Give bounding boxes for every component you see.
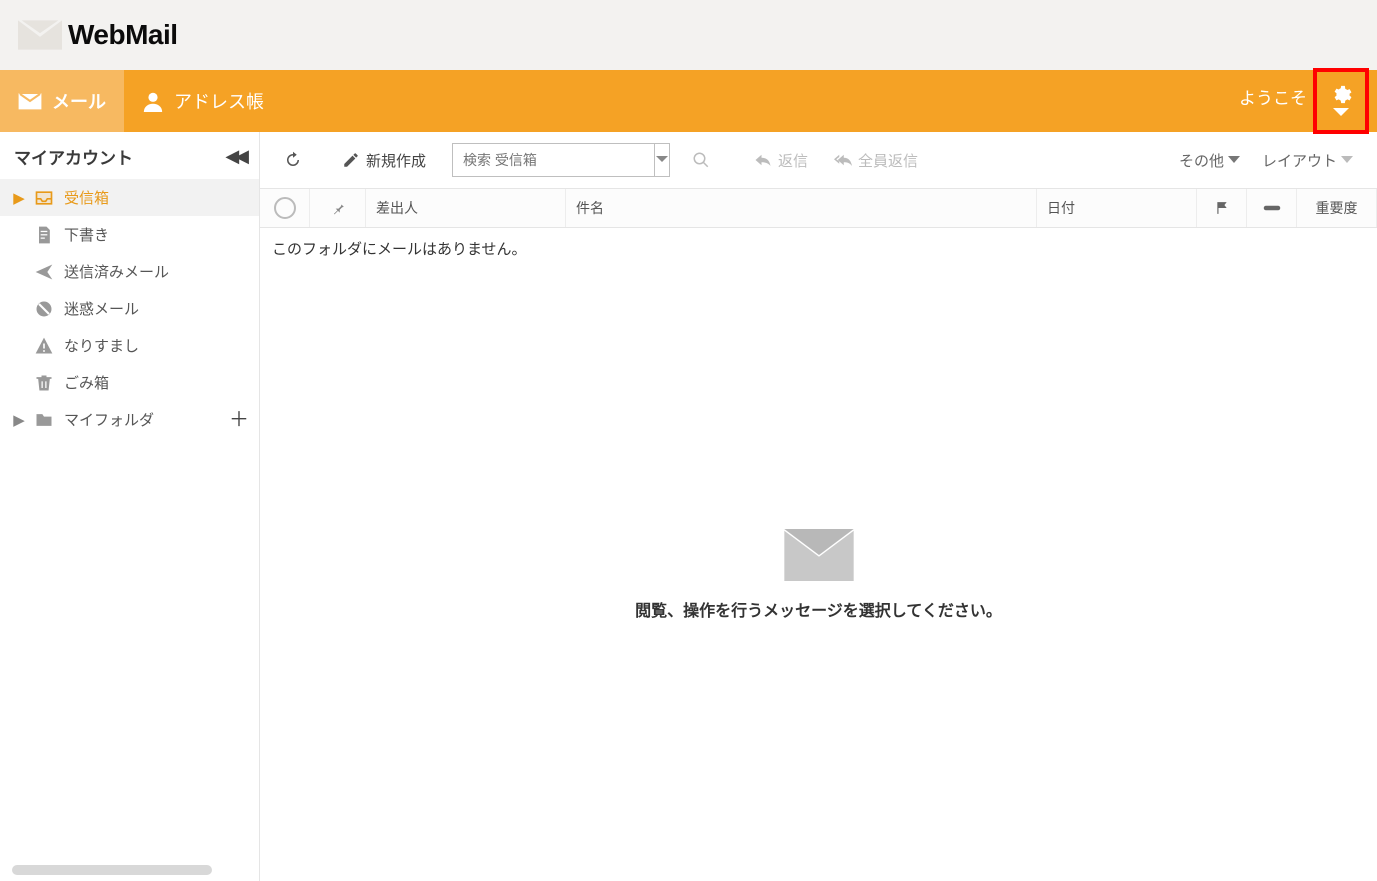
chevron-down-icon: [656, 156, 668, 164]
caret-down-icon: [1341, 156, 1353, 164]
gear-icon: [1330, 84, 1352, 106]
nav-bar: メール アドレス帳 ようこそ: [0, 70, 1377, 132]
inbox-icon: [34, 188, 54, 208]
compose-icon: [342, 151, 360, 169]
compose-button[interactable]: 新規作成: [332, 144, 436, 177]
search-dropdown-button[interactable]: [654, 144, 669, 176]
sidebar-title: マイアカウント: [14, 144, 225, 169]
toolbar: 新規作成 返信 全員返信 その他: [260, 132, 1377, 188]
mail-logo-icon: [18, 19, 62, 51]
sidebar-scrollbar[interactable]: [12, 865, 212, 875]
warning-icon: [34, 336, 54, 356]
sent-icon: [34, 262, 54, 282]
folder-spoof-label: なりすまし: [64, 335, 139, 356]
layout-menu[interactable]: レイアウト: [1262, 150, 1353, 171]
preview-placeholder-text: 閲覧、操作を行うメッセージを選択してください。: [635, 597, 1002, 621]
sidebar: マイアカウント ◀◀ ▶ 受信箱 下書き 送信済みメール 迷惑メール: [0, 132, 260, 881]
other-menu[interactable]: その他: [1179, 150, 1240, 171]
add-folder-button[interactable]: ＋: [229, 410, 249, 430]
column-priority[interactable]: 重要度: [1297, 189, 1377, 227]
tab-mail[interactable]: メール: [0, 70, 124, 132]
column-subject[interactable]: 件名: [566, 189, 1037, 227]
expand-icon: ▶: [14, 411, 24, 429]
folder-trash[interactable]: ごみ箱: [0, 364, 259, 401]
reply-all-label: 全員返信: [858, 150, 918, 171]
expand-icon: ▶: [14, 189, 24, 207]
search-button[interactable]: [682, 145, 720, 175]
select-all-checkbox[interactable]: [274, 197, 296, 219]
folder-sent[interactable]: 送信済みメール: [0, 253, 259, 290]
flag-icon: [1215, 200, 1229, 216]
collapse-sidebar-button[interactable]: ◀◀: [225, 146, 245, 167]
folder-myfolder-label: マイフォルダ: [64, 409, 154, 430]
layout-label: レイアウト: [1262, 150, 1337, 171]
folder-myfolder[interactable]: ▶ マイフォルダ ＋: [0, 401, 259, 438]
empty-folder-message: このフォルダにメールはありません。: [260, 228, 1377, 269]
reply-button: 返信: [744, 144, 818, 177]
folder-drafts-label: 下書き: [64, 224, 109, 245]
logo-bar: WebMail: [0, 0, 1377, 70]
tab-mail-label: メール: [52, 88, 106, 114]
reply-all-button: 全員返信: [824, 144, 928, 177]
column-attachment[interactable]: [1247, 189, 1297, 227]
preview-pane: 閲覧、操作を行うメッセージを選択してください。: [260, 269, 1377, 881]
document-icon: [34, 225, 54, 245]
folder-trash-label: ごみ箱: [64, 372, 109, 393]
column-header-row: 差出人 件名 日付 重要度: [260, 188, 1377, 228]
caret-down-icon: [1228, 156, 1240, 164]
attachment-icon: [1263, 202, 1281, 214]
trash-icon: [34, 373, 54, 393]
refresh-button[interactable]: [274, 145, 312, 175]
other-label: その他: [1179, 150, 1224, 171]
folder-spam-label: 迷惑メール: [64, 298, 139, 319]
content-area: 新規作成 返信 全員返信 その他: [260, 132, 1377, 881]
app-title: WebMail: [68, 19, 178, 51]
settings-menu[interactable]: [1313, 68, 1369, 134]
search-icon: [692, 151, 710, 169]
person-icon: [142, 90, 164, 112]
tab-addressbook-label: アドレス帳: [174, 88, 264, 114]
column-pin[interactable]: [310, 189, 366, 227]
mail-icon: [18, 92, 42, 110]
search-box[interactable]: [452, 143, 670, 177]
folder-inbox-label: 受信箱: [64, 187, 109, 208]
column-date[interactable]: 日付: [1037, 189, 1197, 227]
folder-inbox[interactable]: ▶ 受信箱: [0, 179, 259, 216]
folder-drafts[interactable]: 下書き: [0, 216, 259, 253]
chevron-down-icon: [1333, 108, 1349, 118]
reply-label: 返信: [778, 150, 808, 171]
spam-icon: [34, 299, 54, 319]
folder-icon: [34, 410, 54, 430]
refresh-icon: [284, 151, 302, 169]
envelope-icon: [783, 529, 855, 581]
folder-spam[interactable]: 迷惑メール: [0, 290, 259, 327]
folder-spoof[interactable]: なりすまし: [0, 327, 259, 364]
folder-sent-label: 送信済みメール: [64, 261, 169, 282]
column-from[interactable]: 差出人: [366, 189, 566, 227]
column-select-all[interactable]: [260, 189, 310, 227]
tab-addressbook[interactable]: アドレス帳: [124, 70, 282, 132]
reply-icon: [754, 151, 772, 169]
column-flag[interactable]: [1197, 189, 1247, 227]
search-input[interactable]: [453, 152, 654, 168]
compose-label: 新規作成: [366, 150, 426, 171]
pin-icon: [331, 201, 345, 215]
reply-all-icon: [834, 151, 852, 169]
